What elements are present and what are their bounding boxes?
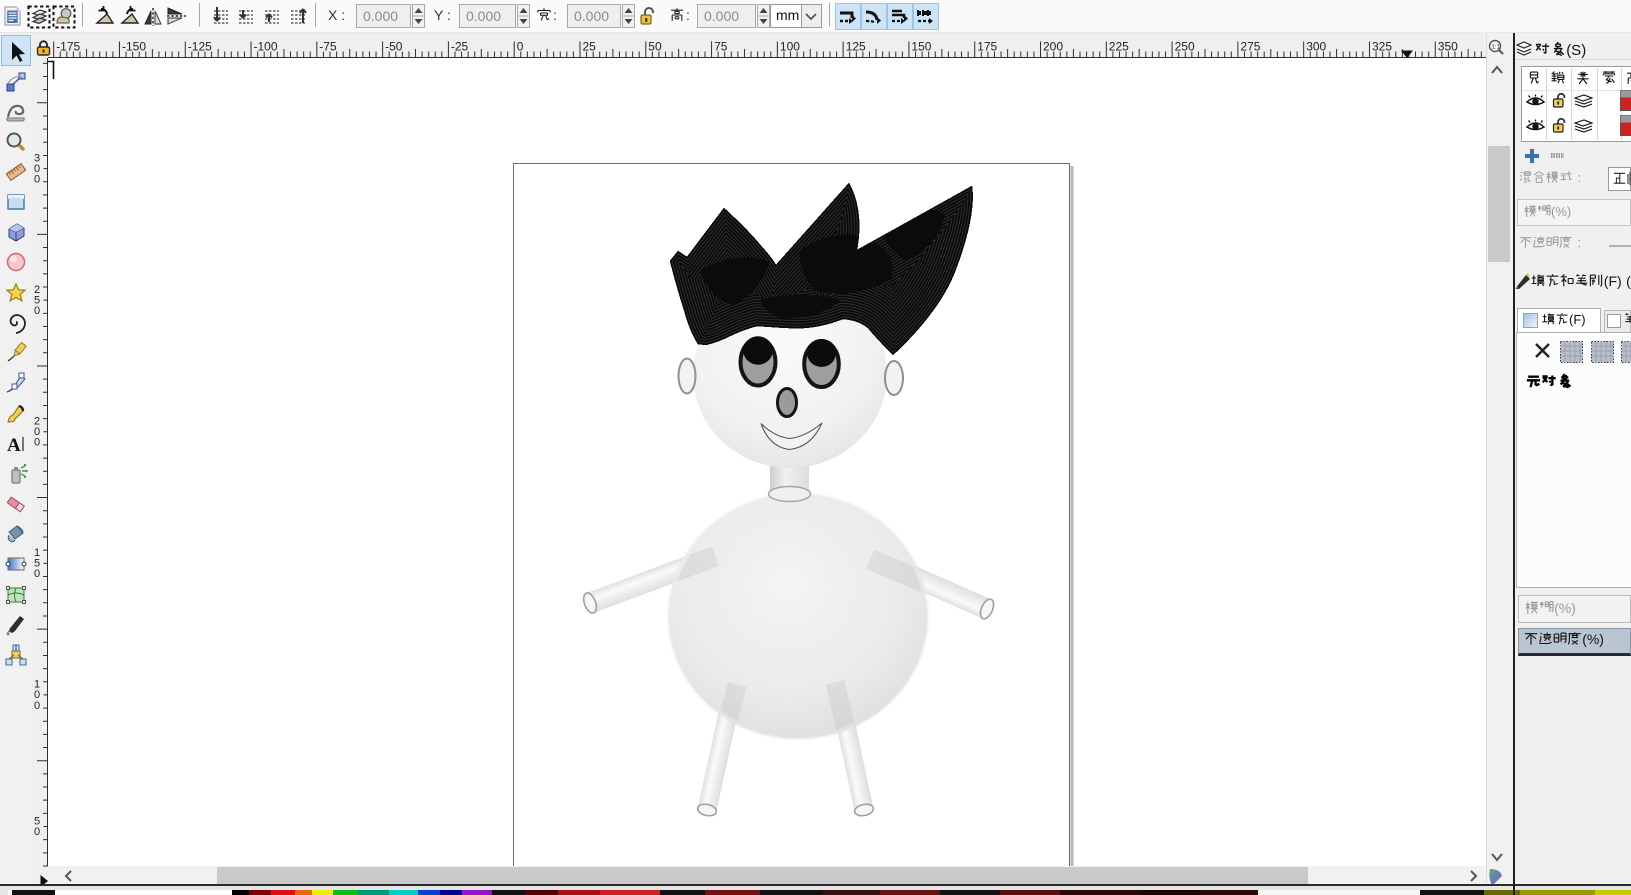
svg-text:200: 200 [1043, 40, 1063, 54]
svg-text::: : [1578, 235, 1582, 250]
svg-text:0: 0 [34, 305, 40, 317]
svg-text:-75: -75 [319, 40, 337, 54]
svg-text:250: 250 [1175, 40, 1195, 54]
svg-text:1:1: 1:1 [1492, 45, 1501, 51]
svg-text:350: 350 [1438, 40, 1458, 54]
svg-text:0: 0 [34, 568, 40, 580]
svg-text::: : [1578, 170, 1582, 185]
svg-text:300: 300 [1306, 40, 1326, 54]
svg-text:125: 125 [846, 40, 866, 54]
svg-text:-25: -25 [451, 40, 469, 54]
svg-text:175: 175 [977, 40, 997, 54]
svg-text:325: 325 [1372, 40, 1392, 54]
svg-text:25: 25 [583, 40, 597, 54]
svg-text:-50: -50 [385, 40, 403, 54]
svg-text:-150: -150 [122, 40, 146, 54]
svg-text:0: 0 [34, 826, 40, 838]
svg-text:0: 0 [34, 437, 40, 449]
svg-text:(%): (%) [1582, 631, 1604, 647]
svg-text:100: 100 [780, 40, 800, 54]
svg-text:150: 150 [911, 40, 931, 54]
svg-text:(%): (%) [1551, 204, 1571, 219]
svg-text:(%): (%) [1554, 600, 1576, 616]
svg-text:275: 275 [1240, 40, 1260, 54]
svg-text:(F): (F) [1569, 312, 1586, 327]
svg-text:75: 75 [714, 40, 728, 54]
svg-text:50: 50 [648, 40, 662, 54]
svg-text:(F): (F) [1604, 273, 1622, 289]
svg-text:0: 0 [34, 700, 40, 712]
svg-text:-100: -100 [254, 40, 278, 54]
svg-text:-125: -125 [188, 40, 212, 54]
svg-text:(: ( [1626, 273, 1631, 289]
svg-text:(S): (S) [1566, 42, 1586, 59]
svg-text:0: 0 [34, 174, 40, 186]
svg-text:225: 225 [1109, 40, 1129, 54]
svg-text:0: 0 [517, 40, 524, 54]
